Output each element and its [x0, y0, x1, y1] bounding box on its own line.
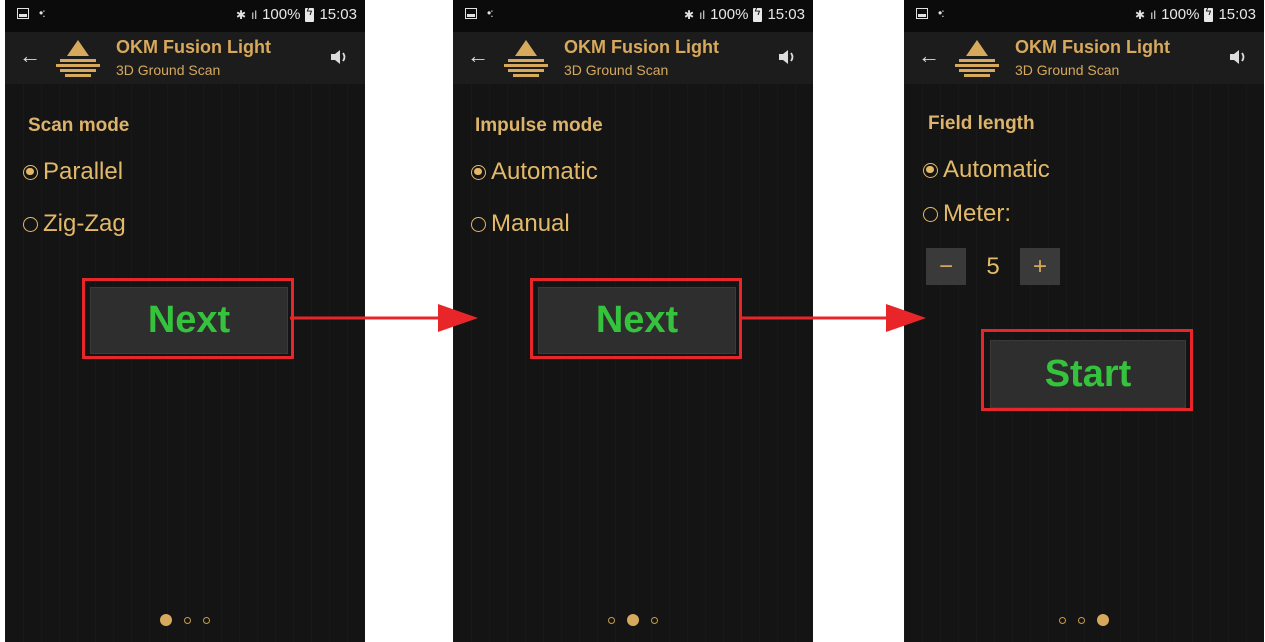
app-subtitle: 3D Ground Scan: [116, 62, 221, 78]
highlight-box: [82, 278, 294, 359]
page-indicator: [453, 614, 813, 626]
status-bar: •: ✱ ıl 100% 15:03: [904, 0, 1264, 32]
arrow-left-icon[interactable]: ←: [19, 43, 41, 69]
speaker-icon[interactable]: [1228, 47, 1248, 67]
page-indicator: [5, 614, 365, 626]
page-dot: [651, 616, 658, 624]
app-subtitle: 3D Ground Scan: [564, 62, 669, 78]
option-label: Zig-Zag: [43, 210, 126, 237]
wifi-icon: •:: [39, 6, 45, 20]
option-manual[interactable]: Manual: [471, 210, 570, 238]
option-automatic[interactable]: Automatic: [471, 158, 598, 186]
increment-button[interactable]: +: [1020, 248, 1060, 285]
signal-icon: ıl: [1150, 7, 1157, 22]
page-dot: [203, 616, 210, 624]
bluetooth-icon: ✱: [684, 7, 695, 22]
page-dot-active: [627, 614, 639, 626]
battery-percent: 100%: [262, 6, 301, 23]
battery-icon: [1204, 6, 1214, 22]
okm-logo: [955, 40, 999, 77]
option-label: Meter:: [943, 200, 1012, 227]
notification-icon: [465, 7, 477, 19]
option-label: Parallel: [43, 158, 124, 185]
section-heading: Field length: [928, 113, 1035, 134]
meter-stepper: − 5 +: [926, 248, 1060, 285]
speaker-icon[interactable]: [777, 47, 797, 67]
radio-checked-icon[interactable]: [23, 164, 38, 180]
bluetooth-icon: ✱: [236, 7, 247, 22]
radio-checked-icon[interactable]: [923, 162, 938, 178]
flow-arrow-2: [740, 304, 926, 332]
notification-icon: [17, 7, 29, 19]
app-title: OKM Fusion Light: [1015, 37, 1170, 57]
okm-logo: [504, 40, 548, 77]
app-bar: ← OKM Fusion Light 3D Ground Scan: [453, 32, 813, 84]
option-label: Automatic: [943, 156, 1050, 183]
screen-field-length: •: ✱ ıl 100% 15:03 ← OKM Fusion Light 3D…: [904, 0, 1264, 642]
page-dot-active: [160, 614, 172, 626]
option-zigzag[interactable]: Zig-Zag: [23, 210, 126, 238]
radio-unchecked-icon[interactable]: [471, 216, 486, 232]
section-heading: Impulse mode: [475, 115, 603, 136]
status-bar: •: ✱ ıl 100% 15:03: [5, 0, 365, 32]
okm-logo: [56, 40, 100, 77]
bluetooth-icon: ✱: [1135, 7, 1146, 22]
status-bar: •: ✱ ıl 100% 15:03: [453, 0, 813, 32]
app-bar: ← OKM Fusion Light 3D Ground Scan: [904, 32, 1264, 84]
flow-arrow-1: [290, 304, 478, 332]
decrement-button[interactable]: −: [926, 248, 966, 285]
app-title: OKM Fusion Light: [564, 37, 719, 57]
wifi-icon: •:: [487, 6, 493, 20]
highlight-box: [981, 329, 1193, 411]
page-dot: [608, 616, 615, 624]
option-parallel[interactable]: Parallel: [23, 158, 123, 186]
notification-icon: [916, 7, 928, 19]
meter-value: 5: [986, 252, 1000, 280]
battery-icon: [305, 6, 315, 22]
battery-percent: 100%: [710, 6, 749, 23]
arrow-left-icon[interactable]: ←: [467, 43, 489, 69]
option-label: Manual: [491, 210, 570, 237]
clock: 15:03: [767, 6, 805, 23]
page-dot-active: [1097, 614, 1109, 626]
page-dot: [184, 616, 191, 624]
app-subtitle: 3D Ground Scan: [1015, 62, 1120, 78]
page-dot: [1078, 616, 1085, 624]
page-dot: [1059, 616, 1066, 624]
page-indicator: [904, 614, 1264, 626]
battery-icon: [753, 6, 763, 22]
app-bar: ← OKM Fusion Light 3D Ground Scan: [5, 32, 365, 84]
signal-icon: ıl: [251, 7, 258, 22]
section-heading: Scan mode: [28, 115, 130, 136]
wifi-icon: •:: [938, 6, 944, 20]
radio-unchecked-icon[interactable]: [23, 216, 38, 232]
option-label: Automatic: [491, 158, 598, 185]
clock: 15:03: [1218, 6, 1256, 23]
highlight-box: [530, 278, 742, 359]
signal-icon: ıl: [699, 7, 706, 22]
option-meter[interactable]: Meter:: [923, 200, 1011, 228]
app-title: OKM Fusion Light: [116, 37, 271, 57]
option-automatic[interactable]: Automatic: [923, 156, 1050, 184]
arrow-left-icon[interactable]: ←: [918, 43, 940, 69]
speaker-icon[interactable]: [329, 47, 349, 67]
radio-unchecked-icon[interactable]: [923, 206, 938, 222]
battery-percent: 100%: [1161, 6, 1200, 23]
clock: 15:03: [319, 6, 357, 23]
radio-checked-icon[interactable]: [471, 164, 486, 180]
